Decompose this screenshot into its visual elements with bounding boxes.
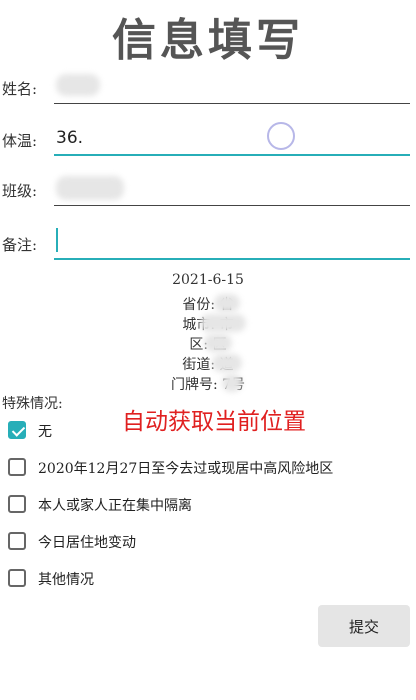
name-label: 姓名:: [2, 80, 38, 98]
redacted-blur: [200, 314, 246, 332]
class-label: 班级:: [2, 182, 38, 200]
option-label: 今日居住地变动: [38, 535, 136, 551]
street-text: 街道: 道: [182, 357, 234, 373]
temperature-input[interactable]: 36.: [54, 120, 410, 156]
date-text: 2021-6-15: [172, 272, 244, 288]
submit-button[interactable]: 提交: [318, 605, 410, 647]
checkbox-icon[interactable]: [8, 532, 26, 550]
note-input[interactable]: [54, 224, 410, 260]
note-label: 备注:: [2, 236, 38, 254]
checkbox-icon[interactable]: [8, 458, 26, 476]
touch-indicator-icon: [267, 122, 295, 150]
option-label: 2020年12月27日至今去过或现居中高风险地区: [38, 461, 334, 477]
redacted-blur: [56, 176, 124, 200]
checkbox-checked-icon[interactable]: [8, 421, 26, 439]
option-label: 无: [38, 424, 52, 440]
redacted-blur: [56, 74, 100, 96]
redacted-blur: [222, 374, 242, 392]
redacted-blur: [214, 294, 240, 312]
class-row: 班级:: [0, 170, 416, 210]
name-row: 姓名:: [0, 68, 416, 108]
temperature-row: 体温: 36.: [0, 120, 416, 160]
redacted-blur: [204, 334, 232, 352]
option-label: 其他情况: [38, 572, 94, 588]
special-section-label: 特殊情况:: [2, 396, 63, 412]
auto-location-note: 自动获取当前位置: [122, 409, 306, 435]
page-title: 信息填写: [112, 15, 304, 66]
redacted-blur: [212, 354, 242, 372]
option-label: 本人或家人正在集中隔离: [38, 498, 192, 514]
checkbox-icon[interactable]: [8, 495, 26, 513]
province-text: 省份: 省: [182, 297, 234, 313]
text-cursor: [56, 228, 58, 252]
note-row: 备注:: [0, 224, 416, 264]
temperature-label: 体温:: [2, 132, 38, 150]
checkbox-icon[interactable]: [8, 569, 26, 587]
house-number-text: 门牌号: 7号: [170, 377, 246, 393]
name-input[interactable]: [54, 68, 410, 104]
